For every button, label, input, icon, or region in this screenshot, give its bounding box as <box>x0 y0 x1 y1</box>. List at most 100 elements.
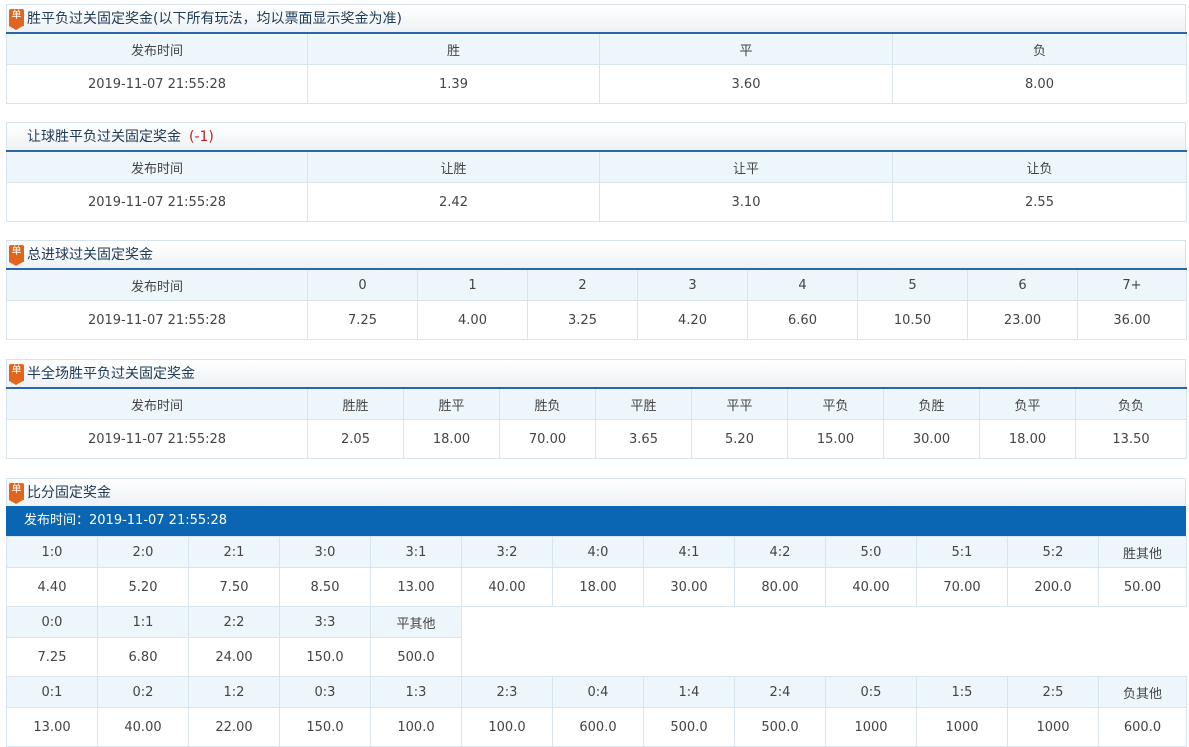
odds-cell[interactable]: 7.25 <box>307 300 418 340</box>
odds-cell[interactable]: 18.00 <box>552 567 644 607</box>
odds-cell[interactable]: 600.0 <box>1098 707 1187 747</box>
odds-cell[interactable]: 80.00 <box>734 567 826 607</box>
odds-cell[interactable]: 15.00 <box>787 419 884 459</box>
single-badge-icon: 单 <box>9 483 24 504</box>
odds-cell[interactable]: 40.00 <box>461 567 553 607</box>
odds-cell[interactable]: 1000 <box>825 707 917 747</box>
section-title-ttg: 单 总进球过关固定奖金 <box>6 240 1186 268</box>
header-cell: 胜平 <box>403 387 500 420</box>
odds-cell[interactable]: 23.00 <box>967 300 1078 340</box>
single-badge-icon: 单 <box>9 364 24 385</box>
section-title-text: 让球胜平负过关固定奖金 <box>27 129 181 145</box>
odds-cell[interactable]: 100.0 <box>461 707 553 747</box>
odds-cell[interactable]: 30.00 <box>883 419 980 459</box>
odds-cell[interactable]: 18.00 <box>979 419 1076 459</box>
odds-cell[interactable]: 70.00 <box>916 567 1008 607</box>
section-title-crs: 单 比分固定奖金 <box>6 478 1186 506</box>
odds-cell[interactable]: 7.50 <box>188 567 280 607</box>
section-had: 单 胜平负过关固定奖金(以下所有玩法，均以票面显示奖金为准) 发布时间 胜 平 … <box>6 4 1187 104</box>
table-row: 2019-11-07 21:55:28 2.05 18.00 70.00 3.6… <box>6 419 1187 459</box>
odds-cell[interactable]: 4.00 <box>417 300 528 340</box>
odds-cell[interactable]: 2.05 <box>307 419 404 459</box>
score-header-cell: 4:0 <box>552 536 644 568</box>
publish-time-cell: 2019-11-07 21:55:28 <box>6 182 308 222</box>
score-header-cell: 负其他 <box>1098 676 1187 708</box>
odds-cell[interactable]: 40.00 <box>97 707 189 747</box>
score-header-cell: 0:2 <box>97 676 189 708</box>
odds-cell[interactable]: 2.42 <box>307 182 600 222</box>
score-header-cell: 2:5 <box>1007 676 1099 708</box>
score-odds-table: 1:0 2:0 2:1 3:0 3:1 3:2 4:0 4:1 4:2 5:0 … <box>6 536 1187 747</box>
odds-cell[interactable]: 2.55 <box>892 182 1187 222</box>
odds-cell[interactable]: 8.00 <box>892 64 1187 104</box>
odds-cell[interactable]: 70.00 <box>499 419 596 459</box>
table-row: 2019-11-07 21:55:28 7.25 4.00 3.25 4.20 … <box>6 300 1187 340</box>
odds-cell[interactable]: 500.0 <box>643 707 735 747</box>
odds-cell[interactable]: 6.60 <box>747 300 858 340</box>
odds-cell[interactable]: 500.0 <box>734 707 826 747</box>
odds-cell[interactable]: 150.0 <box>279 637 371 677</box>
table-header-row-lose: 0:1 0:2 1:2 0:3 1:3 2:3 0:4 1:4 2:4 0:5 … <box>6 676 1187 708</box>
publish-time-cell: 2019-11-07 21:55:28 <box>6 64 308 104</box>
header-cell: 胜负 <box>499 387 596 420</box>
header-cell: 平胜 <box>595 387 692 420</box>
score-header-cell: 0:3 <box>279 676 371 708</box>
odds-cell[interactable]: 1000 <box>916 707 1008 747</box>
odds-cell[interactable]: 4.40 <box>6 567 98 607</box>
table-row: 2019-11-07 21:55:28 2.42 3.10 2.55 <box>6 182 1187 222</box>
odds-cell[interactable]: 10.50 <box>857 300 968 340</box>
publish-time-cell: 2019-11-07 21:55:28 <box>6 419 308 459</box>
header-cell: 平负 <box>787 387 884 420</box>
score-header-cell: 3:3 <box>279 606 371 638</box>
publish-time-bar: 发布时间：2019-11-07 21:55:28 <box>6 506 1186 536</box>
odds-cell[interactable]: 1.39 <box>307 64 600 104</box>
odds-cell[interactable]: 3.25 <box>527 300 638 340</box>
header-cell: 4 <box>747 268 858 301</box>
score-header-cell: 2:2 <box>188 606 280 638</box>
odds-cell[interactable]: 13.50 <box>1075 419 1187 459</box>
section-title-text: 胜平负过关固定奖金(以下所有玩法，均以票面显示奖金为准) <box>27 11 402 27</box>
header-cell: 发布时间 <box>6 32 308 65</box>
table-row: 2019-11-07 21:55:28 1.39 3.60 8.00 <box>6 64 1187 104</box>
odds-cell[interactable]: 7.25 <box>6 637 98 677</box>
odds-table-hafu: 发布时间 胜胜 胜平 胜负 平胜 平平 平负 负胜 负平 负负 2019-11-… <box>6 387 1187 459</box>
odds-cell[interactable]: 600.0 <box>552 707 644 747</box>
score-header-cell: 1:2 <box>188 676 280 708</box>
odds-cell[interactable]: 40.00 <box>825 567 917 607</box>
section-hafu: 单 半全场胜平负过关固定奖金 发布时间 胜胜 胜平 胜负 平胜 平平 平负 负胜… <box>6 359 1187 459</box>
odds-cell[interactable]: 500.0 <box>370 637 462 677</box>
odds-cell[interactable]: 1000 <box>1007 707 1099 747</box>
section-hhad: 让球胜平负过关固定奖金 (-1) 发布时间 让胜 让平 让负 2019-11-07… <box>6 122 1187 222</box>
header-cell: 负胜 <box>883 387 980 420</box>
header-cell: 3 <box>637 268 748 301</box>
odds-cell[interactable]: 36.00 <box>1077 300 1187 340</box>
odds-cell[interactable]: 13.00 <box>370 567 462 607</box>
odds-cell[interactable]: 3.10 <box>599 182 893 222</box>
table-header-row: 发布时间 胜 平 负 <box>6 32 1187 65</box>
header-cell: 负 <box>892 32 1187 65</box>
odds-cell[interactable]: 4.20 <box>637 300 748 340</box>
header-cell: 发布时间 <box>6 387 308 420</box>
odds-cell[interactable]: 5.20 <box>97 567 189 607</box>
odds-cell[interactable]: 3.65 <box>595 419 692 459</box>
table-row-draw: 7.25 6.80 24.00 150.0 500.0 <box>6 637 1187 677</box>
table-header-row: 发布时间 胜胜 胜平 胜负 平胜 平平 平负 负胜 负平 负负 <box>6 387 1187 420</box>
odds-cell[interactable]: 100.0 <box>370 707 462 747</box>
score-header-cell: 2:0 <box>97 536 189 568</box>
odds-cell[interactable]: 18.00 <box>403 419 500 459</box>
odds-cell[interactable]: 200.0 <box>1007 567 1099 607</box>
odds-cell[interactable]: 3.60 <box>599 64 893 104</box>
odds-cell[interactable]: 150.0 <box>279 707 371 747</box>
odds-table-had: 发布时间 胜 平 负 2019-11-07 21:55:28 1.39 3.60… <box>6 32 1187 104</box>
odds-cell[interactable]: 5.20 <box>691 419 788 459</box>
odds-cell[interactable]: 30.00 <box>643 567 735 607</box>
odds-cell[interactable]: 50.00 <box>1098 567 1187 607</box>
odds-cell[interactable]: 6.80 <box>97 637 189 677</box>
score-header-cell: 5:2 <box>1007 536 1099 568</box>
odds-cell[interactable]: 8.50 <box>279 567 371 607</box>
odds-cell[interactable]: 22.00 <box>188 707 280 747</box>
odds-cell[interactable]: 13.00 <box>6 707 98 747</box>
score-header-cell: 1:4 <box>643 676 735 708</box>
odds-cell[interactable]: 24.00 <box>188 637 280 677</box>
score-header-cell: 3:1 <box>370 536 462 568</box>
